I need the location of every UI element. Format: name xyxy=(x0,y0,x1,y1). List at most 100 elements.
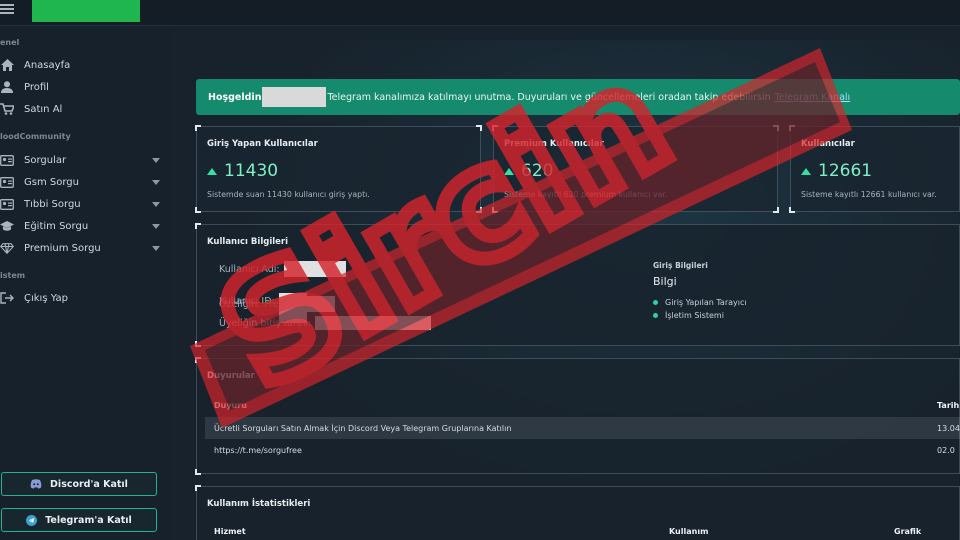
chevron-down-icon xyxy=(152,201,160,207)
stat-card-online-users: Giriş Yapan Kullanıcılar 11430 Sistemde … xyxy=(195,125,482,213)
sidebar-item-cikis-yap[interactable]: Çıkış Yap xyxy=(0,289,168,307)
announcement-text: Ücretli Sorguları Satın Almak İçin Disco… xyxy=(214,423,512,433)
redacted-value xyxy=(315,316,432,330)
telegram-channel-link[interactable]: Telegram Kanalı xyxy=(775,92,851,103)
login-item-label: İşletim Sistemi xyxy=(665,311,724,320)
login-item-label: Giriş Yapılan Tarayıcı xyxy=(665,298,747,307)
user-icon xyxy=(0,81,14,93)
announcement-date: 13.04 xyxy=(937,423,960,433)
user-info-panel: Kullanıcı Bilgileri Kullanıcı Adı: Kulla… xyxy=(195,223,960,347)
feature-value: Fre xyxy=(264,298,279,310)
stat-card-premium-users: Premium Kullanıcılar 620 Sisteme kayıtlı… xyxy=(492,125,779,213)
sidebar-section-title: enel xyxy=(0,38,20,47)
top-bar xyxy=(0,0,960,26)
chevron-down-icon xyxy=(152,223,160,229)
arrow-up-icon xyxy=(801,167,811,175)
feature-field: Özeliğin: Fre xyxy=(219,296,335,312)
sidebar-item-premium-sorgu[interactable]: Premium Sorgu xyxy=(0,239,168,257)
telegram-button-label: Telegram'a Katıl xyxy=(45,514,132,526)
table-row: https://t.me/sorgufree 02.0 xyxy=(205,439,960,461)
chevron-down-icon xyxy=(152,157,160,163)
feature-label: Özeliğin: xyxy=(219,298,261,310)
home-icon xyxy=(0,59,14,71)
login-info-item: Giriş Yapılan Tarayıcı xyxy=(653,298,747,307)
sidebar-item-label: Anasayfa xyxy=(24,59,71,71)
stat-value: 12661 xyxy=(818,161,873,181)
bullet-dot-icon xyxy=(653,313,658,318)
discord-icon xyxy=(30,479,42,489)
stat-title: Kullanıcılar xyxy=(801,139,855,149)
column-header-graph: Grafik xyxy=(894,527,922,536)
sidebar-item-anasayfa[interactable]: Anasayfa xyxy=(0,56,168,74)
sidebar-item-profil[interactable]: Profil xyxy=(0,78,168,96)
id-card-icon xyxy=(0,176,14,188)
arrow-up-icon xyxy=(504,167,514,175)
usage-stats-panel: Kullanım İstatistikleri Hizmet Kullanım … xyxy=(195,485,960,540)
id-card-icon xyxy=(0,198,14,210)
banner-message: Telegram kanalımıza katılmayı unutma. Du… xyxy=(327,91,771,103)
sidebar-item-label: Gsm Sorgu xyxy=(24,176,79,188)
login-info-value: Bilgi xyxy=(653,275,677,288)
expiry-field: Üyeliğin bitiş tarihi: xyxy=(219,316,432,330)
login-info-title: Giriş Bilgileri xyxy=(653,261,708,270)
stat-value: 11430 xyxy=(224,161,279,181)
sidebar-item-label: Profil xyxy=(24,81,49,93)
stat-description: Sistemde suan 11430 kullanıcı giriş yapt… xyxy=(207,190,370,199)
sidebar-item-label: Satın Al xyxy=(24,103,63,115)
sidebar-item-gsm-sorgu[interactable]: Gsm Sorgu xyxy=(0,173,168,191)
stat-value: 620 xyxy=(521,161,554,181)
telegram-join-button[interactable]: Telegram'a Katıl xyxy=(1,508,157,532)
announcement-date: 02.0 xyxy=(937,445,955,455)
column-header-service: Hizmet xyxy=(214,527,246,536)
sidebar: enel Anasayfa Profil Satın Al loodCommun… xyxy=(0,26,170,540)
stat-title: Giriş Yapan Kullanıcılar xyxy=(207,139,318,149)
telegram-icon xyxy=(26,514,38,526)
graduation-cap-icon xyxy=(0,220,14,232)
sidebar-section-title: istem xyxy=(0,271,26,280)
welcome-banner: Hoşgeldin Telegram kanalımıza katılmayı … xyxy=(196,79,960,115)
stat-title: Premium Kullanıcılar xyxy=(504,139,604,149)
login-info-item: İşletim Sistemi xyxy=(653,311,724,320)
column-header-usage: Kullanım xyxy=(669,527,709,536)
diamond-icon xyxy=(0,242,14,254)
sidebar-item-label: Eğitim Sorgu xyxy=(24,220,89,232)
stat-card-total-users: Kullanıcılar 12661 Sisteme kayıtlı 12661… xyxy=(789,125,960,213)
expiry-label: Üyeliğin bitiş tarihi: xyxy=(219,317,312,329)
discord-join-button[interactable]: Discord'a Katıl xyxy=(1,472,157,496)
bullet-dot-icon xyxy=(653,300,658,305)
column-header-announcement: Duyuru xyxy=(214,401,247,410)
chevron-down-icon xyxy=(152,179,160,185)
username-field: Kullanıcı Adı: xyxy=(219,261,346,277)
sidebar-item-label: Premium Sorgu xyxy=(24,242,101,254)
announcements-panel: Duyurular Duyuru Tarih Ücretli Sorguları… xyxy=(195,357,960,475)
stat-description: Sisteme kayıtlı 12661 kullanıcı var. xyxy=(801,190,937,199)
hamburger-menu-icon[interactable] xyxy=(0,2,14,16)
discord-button-label: Discord'a Katıl xyxy=(50,478,128,490)
sidebar-item-egitim-sorgu[interactable]: Eğitim Sorgu xyxy=(0,217,168,235)
column-header-date: Tarih xyxy=(937,401,960,410)
table-row: Ücretli Sorguları Satın Almak İçin Disco… xyxy=(205,417,960,439)
sidebar-item-label: Tıbbi Sorgu xyxy=(24,198,81,210)
redacted-value xyxy=(283,261,346,277)
stat-description: Sisteme kayıtlı 620 premium kullanıcı va… xyxy=(504,190,668,199)
logout-icon xyxy=(0,292,14,304)
sidebar-item-satin-al[interactable]: Satın Al xyxy=(0,100,168,118)
arrow-up-icon xyxy=(207,167,217,175)
panel-title: Duyurular xyxy=(207,371,255,381)
redacted-username xyxy=(262,87,327,107)
sidebar-item-label: Sorgular xyxy=(24,154,67,166)
chevron-down-icon xyxy=(152,245,160,251)
sidebar-item-tibbi-sorgu[interactable]: Tıbbi Sorgu xyxy=(0,195,168,213)
panel-title: Kullanıcı Bilgileri xyxy=(207,237,289,247)
brand-logo[interactable] xyxy=(32,0,140,22)
sidebar-section-title: loodCommunity xyxy=(0,132,71,141)
announcement-text: https://t.me/sorgufree xyxy=(214,445,302,455)
banner-greeting: Hoşgeldin xyxy=(208,91,262,103)
id-card-icon xyxy=(0,154,14,166)
sidebar-item-sorgular[interactable]: Sorgular xyxy=(0,151,168,169)
panel-title: Kullanım İstatistikleri xyxy=(207,499,311,509)
sidebar-item-label: Çıkış Yap xyxy=(24,292,68,304)
username-label: Kullanıcı Adı: xyxy=(219,263,280,275)
redacted-value xyxy=(278,296,335,312)
cart-icon xyxy=(0,103,14,115)
